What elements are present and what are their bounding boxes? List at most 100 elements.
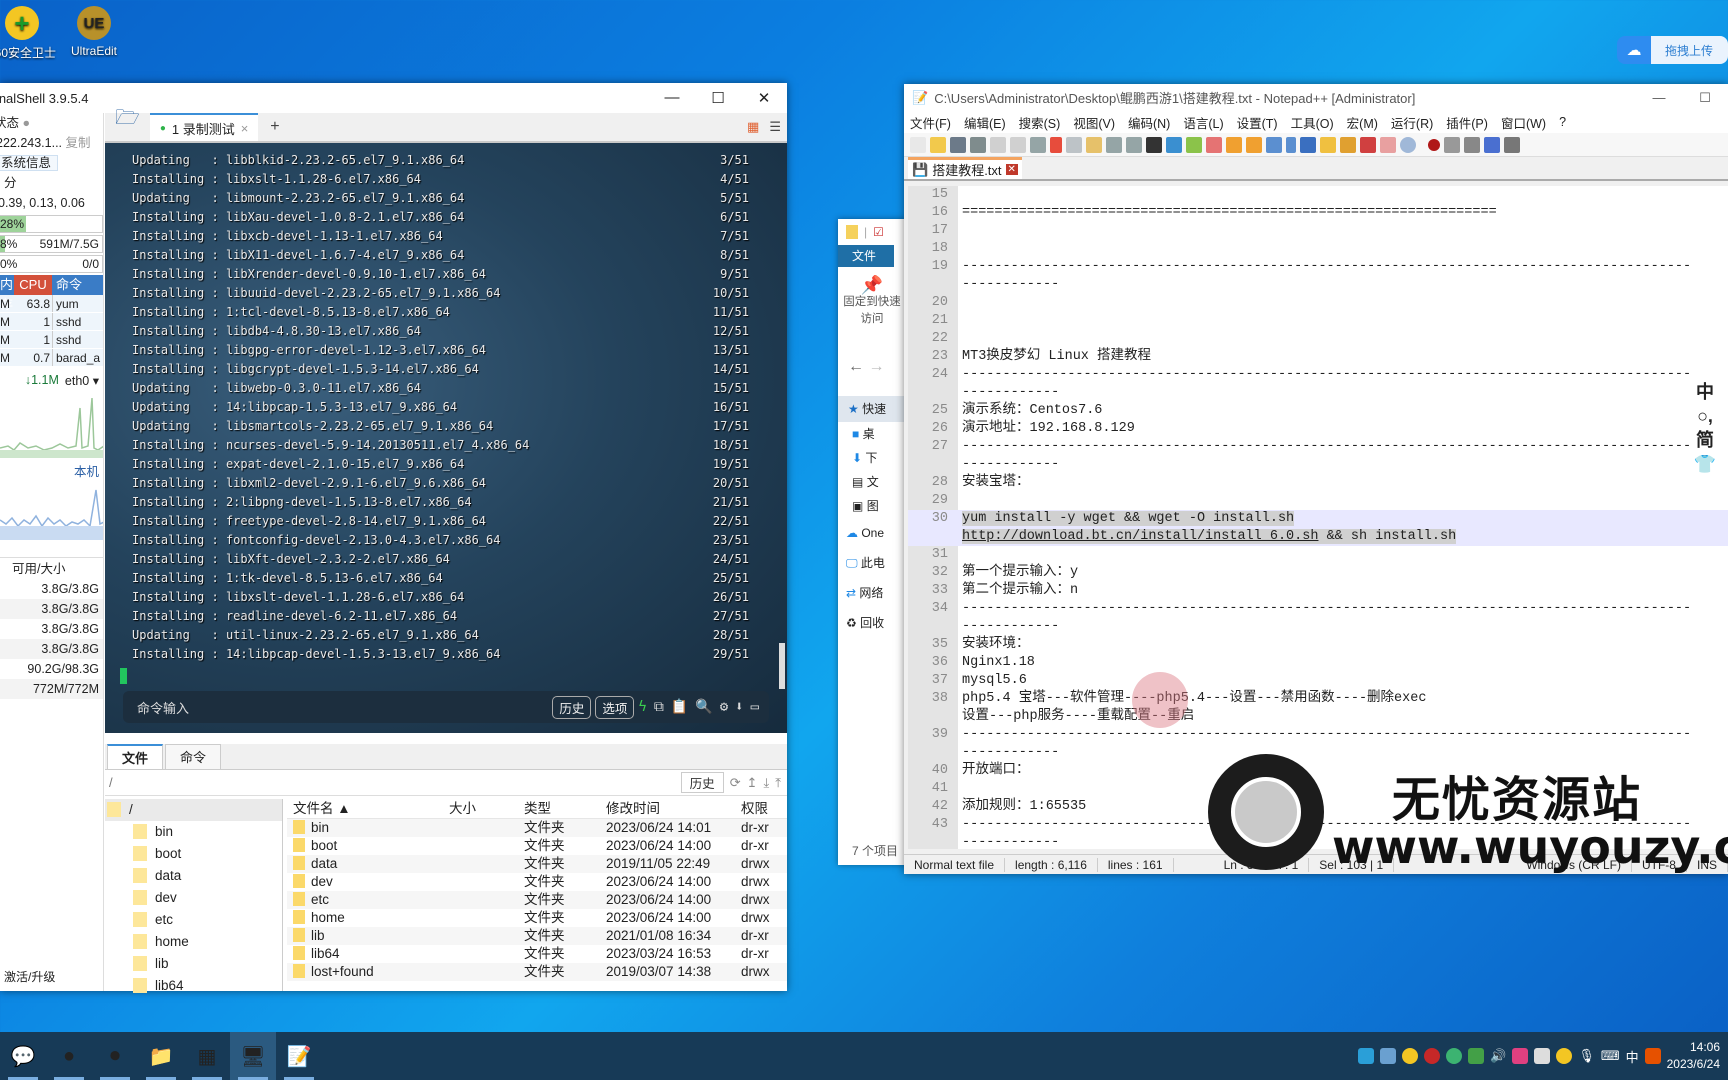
undo-icon[interactable] (1106, 136, 1122, 153)
save-all-icon[interactable] (970, 136, 986, 153)
nav-item-recycle-bin[interactable]: ♻ 回收 (838, 608, 906, 638)
up-dir-icon[interactable]: ↥ (747, 775, 758, 791)
save-icon[interactable] (950, 136, 966, 153)
tree-node[interactable]: lib64 (105, 975, 282, 997)
taskbar-app-360[interactable]: ● (46, 1032, 92, 1080)
col-name[interactable]: 文件名 ▲ (287, 799, 449, 818)
folder-icon[interactable] (1380, 136, 1396, 153)
ime-punctuation[interactable]: ○, (1690, 404, 1720, 428)
copy-ip-button[interactable]: 复制 (66, 136, 91, 150)
menu-item[interactable]: ? (1559, 115, 1566, 129)
copy-icon[interactable]: ⧉ (654, 699, 664, 715)
tree-node[interactable]: data (105, 865, 282, 887)
file-row[interactable]: bin 文件夹 2023/06/24 14:01 dr-xr (287, 819, 787, 837)
nav-item-quick-access[interactable]: ★ 快速 (838, 396, 906, 422)
menu-item[interactable]: 插件(P) (1446, 113, 1488, 132)
file-row[interactable]: home 文件夹 2023/06/24 14:00 drwx (287, 909, 787, 927)
window-icon[interactable]: ▭ (751, 699, 759, 715)
upload-icon[interactable]: ⤒ (775, 775, 781, 791)
process-row[interactable]: M 1 sshd (0, 331, 103, 349)
refresh-icon[interactable]: ⟳ (730, 775, 741, 791)
nav-item-downloads[interactable]: ⬇ 下 (838, 446, 906, 470)
menu-item[interactable]: 搜索(S) (1019, 113, 1061, 132)
tray-baidu-icon[interactable] (1534, 1048, 1551, 1064)
show-all-chars-icon[interactable] (1286, 136, 1296, 153)
keyboard-icon[interactable]: ⌨ (1601, 1048, 1620, 1064)
menu-item[interactable]: 窗口(W) (1501, 113, 1546, 132)
back-forward-nav[interactable]: ← → (838, 358, 906, 376)
print-icon[interactable] (1030, 136, 1046, 153)
explorer-file-tab[interactable]: 文件 (838, 245, 894, 267)
file-row[interactable]: lost+found 文件夹 2019/03/07 14:38 drwx (287, 963, 787, 981)
nav-item-documents[interactable]: ▤ 文 (838, 470, 906, 494)
save-macro-icon[interactable] (1504, 136, 1520, 153)
tray-wechat-icon[interactable] (1446, 1048, 1463, 1064)
process-row[interactable]: M 1 sshd (0, 313, 103, 331)
file-row[interactable]: dev 文件夹 2023/06/24 14:00 drwx (287, 873, 787, 891)
word-wrap-icon[interactable] (1266, 136, 1282, 153)
path-input[interactable]: / (109, 775, 113, 790)
tray-plus-icon[interactable] (1556, 1048, 1573, 1064)
taskbar-app-finalshell[interactable]: 🖥 (230, 1032, 276, 1080)
col-type[interactable]: 类型 (524, 799, 606, 818)
nav-item-desktop[interactable]: ■ 桌 (838, 422, 906, 446)
close-tab-icon[interactable]: × (241, 121, 249, 136)
activate-upgrade-link[interactable]: 激活/升级 (4, 968, 55, 985)
layout-icon[interactable]: ▦ (743, 119, 763, 141)
npp-minimize-button[interactable]: — (1636, 90, 1682, 105)
nav-item-network[interactable]: ⇄ 网络 (838, 578, 906, 608)
find-icon[interactable] (1146, 136, 1162, 153)
terminal-output[interactable]: Updating : libblkid-2.23.2-65.el7_9.1.x8… (105, 143, 787, 733)
gear-icon[interactable]: ⚙ (720, 699, 728, 715)
tree-node[interactable]: lib (105, 953, 282, 975)
menu-item[interactable]: 语言(L) (1183, 113, 1223, 132)
function-list-icon[interactable] (1340, 136, 1356, 153)
open-file-icon[interactable] (930, 136, 946, 153)
menu-item[interactable]: 编码(N) (1128, 113, 1170, 132)
volume-icon[interactable]: 🔊 (1490, 1048, 1506, 1064)
cut-icon[interactable] (1050, 136, 1062, 153)
download-icon[interactable]: ⤓ (764, 775, 770, 791)
menu-item[interactable]: 视图(V) (1073, 113, 1115, 132)
nav-item-onedrive[interactable]: ☁ One (838, 518, 906, 548)
col-mtime[interactable]: 修改时间 (606, 799, 741, 818)
nav-item-this-pc[interactable]: 🖵 此电 (838, 548, 906, 578)
lightning-icon[interactable]: ϟ (638, 699, 646, 715)
file-row[interactable]: etc 文件夹 2023/06/24 14:00 drwx (287, 891, 787, 909)
ime-indicator[interactable]: 中 (1626, 1047, 1639, 1066)
tree-node[interactable]: home (105, 931, 282, 953)
tree-node[interactable]: etc (105, 909, 282, 931)
taskbar-app-file-explorer[interactable]: 📁 (138, 1032, 184, 1080)
new-file-icon[interactable] (910, 136, 926, 153)
file-row[interactable]: data 文件夹 2019/11/05 22:49 drwx (287, 855, 787, 873)
history-button[interactable]: 历史 (552, 695, 592, 719)
menu-item[interactable]: 宏(M) (1347, 113, 1378, 132)
paste-icon[interactable] (1086, 136, 1102, 153)
menu-item[interactable]: 设置(T) (1237, 113, 1278, 132)
stop-macro-icon[interactable] (1444, 136, 1460, 153)
ime-skin-icon[interactable]: 👕 (1690, 452, 1720, 476)
tray-icon-1[interactable] (1358, 1048, 1375, 1064)
menu-item[interactable]: 工具(O) (1291, 113, 1334, 132)
tab-commands[interactable]: 命令 (165, 744, 222, 769)
indent-guide-icon[interactable] (1300, 136, 1316, 153)
download-icon[interactable]: ⬇ (735, 699, 743, 715)
tray-icon-pink[interactable] (1512, 1048, 1529, 1064)
close-file-icon[interactable] (990, 136, 1006, 153)
taskbar-app-wechat[interactable]: 💬 (0, 1032, 46, 1080)
menu-icon[interactable]: ☰ (763, 119, 787, 141)
file-row[interactable]: lib64 文件夹 2023/03/24 16:53 dr-xr (287, 945, 787, 963)
sysinfo-button[interactable]: 系统信息 (0, 155, 59, 171)
tab-files[interactable]: 文件 (107, 744, 164, 769)
open-folder-icon[interactable]: 🗁 (105, 103, 150, 141)
cpu-column-header[interactable]: CPU (14, 275, 52, 295)
command-input-bar[interactable]: 命令输入 历史 选项 ϟ ⧉ 📋 🔍 ⚙ ⬇ ▭ (123, 691, 769, 723)
options-button[interactable]: 选项 (595, 695, 635, 719)
ime-toolbar[interactable]: 中 ○, 简 👕 (1690, 380, 1720, 476)
menu-item[interactable]: 文件(F) (910, 113, 951, 132)
redo-icon[interactable] (1126, 136, 1142, 153)
desktop-icon-360[interactable]: + 360安全卫士 (0, 6, 62, 61)
monitor-icon[interactable] (1400, 136, 1416, 153)
file-row[interactable]: boot 文件夹 2023/06/24 14:00 dr-xr (287, 837, 787, 855)
text-editor[interactable]: 15 16 ====================================… (908, 186, 1728, 849)
